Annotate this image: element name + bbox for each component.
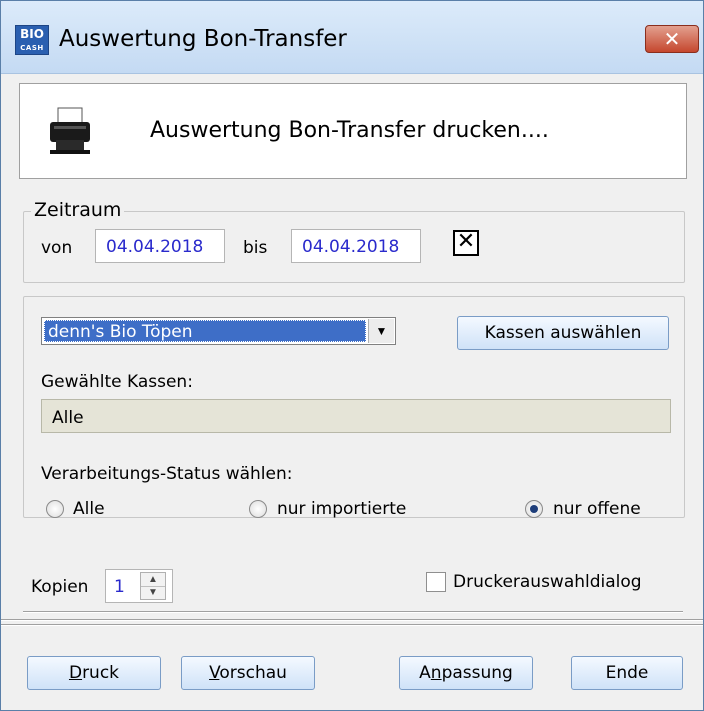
separator-line (23, 611, 683, 613)
von-date-field[interactable]: 04.04.2018 (95, 229, 225, 263)
separator-line-bottom-2 (1, 624, 703, 626)
radio-alle[interactable] (46, 500, 64, 518)
kopien-label: Kopien (31, 577, 89, 597)
druckerauswahl-label[interactable]: Druckerauswahldialog (453, 572, 642, 592)
header-banner: Auswertung Bon-Transfer drucken.... (19, 83, 687, 179)
von-label: von (41, 238, 73, 258)
radio-importierte[interactable] (249, 500, 267, 518)
filiale-selected-value: denn's Bio Töpen (44, 320, 366, 342)
chevron-down-icon[interactable]: ▼ (368, 319, 394, 343)
bis-label: bis (243, 238, 268, 258)
ende-button[interactable]: Ende (571, 656, 683, 690)
druckerauswahl-checkbox[interactable] (426, 572, 446, 592)
banner-title: Auswertung Bon-Transfer drucken.... (150, 118, 549, 143)
radio-alle-label[interactable]: Alle (73, 499, 105, 519)
spin-down-icon[interactable]: ▼ (141, 586, 165, 599)
zeitraum-legend: Zeitraum (31, 199, 125, 221)
gewaehlte-kassen-label: Gewählte Kassen: (41, 372, 193, 392)
kopien-spinner[interactable]: 1 ▲ ▼ (105, 569, 173, 603)
bio-cash-app-icon: BIO CASH (15, 25, 49, 55)
title-bar[interactable]: BIO CASH Auswertung Bon-Transfer ✕ (1, 1, 703, 74)
radio-offene-label[interactable]: nur offene (553, 499, 641, 519)
anpassung-button[interactable]: Anpassung (399, 656, 533, 690)
spin-up-icon[interactable]: ▲ (141, 573, 165, 587)
bis-date-field[interactable]: 04.04.2018 (291, 229, 421, 263)
window-title: Auswertung Bon-Transfer (59, 26, 347, 52)
filiale-dropdown[interactable]: denn's Bio Töpen ▼ (41, 317, 396, 345)
gewaehlte-kassen-field: Alle (41, 399, 671, 433)
radio-importierte-label[interactable]: nur importierte (277, 499, 406, 519)
printer-icon (50, 107, 90, 154)
clear-date-icon[interactable]: ✕ (453, 230, 479, 256)
druck-button[interactable]: Druck (27, 656, 161, 690)
close-icon[interactable]: ✕ (645, 25, 699, 53)
dialog-window: BIO CASH Auswertung Bon-Transfer ✕ Auswe… (0, 0, 704, 711)
vorschau-button[interactable]: Vorschau (181, 656, 315, 690)
separator-line-bottom (1, 619, 703, 621)
spinner-buttons[interactable]: ▲ ▼ (140, 572, 166, 600)
kopien-value[interactable]: 1 (114, 577, 125, 597)
radio-offene[interactable] (525, 500, 543, 518)
status-label: Verarbeitungs-Status wählen: (41, 464, 293, 484)
kassen-auswaehlen-button[interactable]: Kassen auswählen (457, 316, 669, 350)
